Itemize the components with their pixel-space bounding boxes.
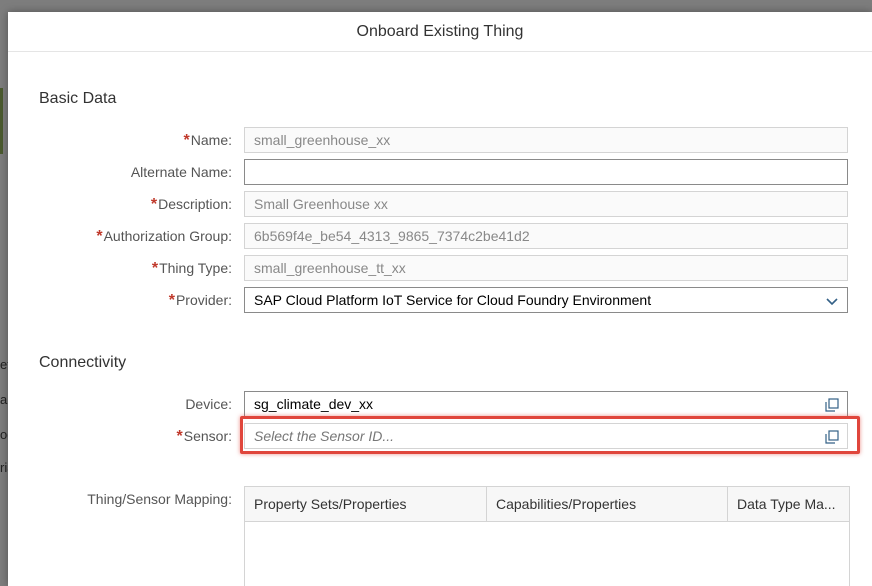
- basic-data-section-title: Basic Data: [39, 90, 117, 107]
- column-header[interactable]: Data Type Ma...: [728, 487, 849, 521]
- sensor-highlight-box: [240, 416, 860, 454]
- required-marker: *: [151, 260, 159, 277]
- authorization-group-row: *Authorization Group: 6b569f4e_be54_4313…: [8, 223, 872, 249]
- mapping-label: Thing/Sensor Mapping:: [87, 491, 232, 507]
- name-value: small_greenhouse_xx: [254, 132, 391, 148]
- authorization-group-value: 6b569f4e_be54_4313_9865_7374c2be41d2: [254, 228, 530, 244]
- required-marker: *: [96, 228, 103, 245]
- device-row: Device: sg_climate_dev_xx: [8, 391, 872, 417]
- name-row: *Name: small_greenhouse_xx: [8, 127, 872, 153]
- provider-label: *Provider:: [168, 292, 232, 309]
- required-marker: *: [183, 132, 190, 149]
- mapping-table: Property Sets/Properties Capabilities/Pr…: [244, 486, 850, 586]
- thing-type-label: *Thing Type:: [151, 260, 232, 277]
- device-label: Device:: [185, 396, 232, 412]
- device-value: sg_climate_dev_xx: [254, 396, 374, 412]
- thing-type-field[interactable]: small_greenhouse_tt_xx: [244, 255, 848, 281]
- provider-value: SAP Cloud Platform IoT Service for Cloud…: [254, 292, 652, 308]
- name-label: *Name:: [183, 132, 232, 149]
- required-marker: *: [176, 428, 183, 445]
- description-field[interactable]: Small Greenhouse xx: [244, 191, 848, 217]
- column-header[interactable]: Capabilities/Properties: [487, 487, 728, 521]
- alternate-name-row: Alternate Name:: [8, 159, 872, 185]
- sensor-label: *Sensor:: [176, 428, 232, 445]
- provider-row: *Provider: SAP Cloud Platform IoT Servic…: [8, 287, 872, 313]
- description-row: *Description: Small Greenhouse xx: [8, 191, 872, 217]
- provider-select[interactable]: SAP Cloud Platform IoT Service for Cloud…: [244, 287, 848, 313]
- column-header[interactable]: Property Sets/Properties: [245, 487, 487, 521]
- dialog-body: Basic Data *Name: small_greenhouse_xx Al…: [8, 52, 872, 586]
- connectivity-section-title: Connectivity: [39, 354, 127, 371]
- alternate-name-input[interactable]: [244, 159, 848, 185]
- mapping-table-header: Property Sets/Properties Capabilities/Pr…: [245, 487, 849, 522]
- required-marker: *: [168, 292, 175, 309]
- description-label: *Description:: [150, 196, 232, 213]
- dialog-title: Onboard Existing Thing: [356, 22, 524, 40]
- background-thumbnail: [0, 88, 3, 154]
- alternate-name-label: Alternate Name:: [130, 164, 232, 180]
- thing-type-row: *Thing Type: small_greenhouse_tt_xx: [8, 255, 872, 281]
- description-value: Small Greenhouse xx: [254, 196, 388, 212]
- dialog-header: Onboard Existing Thing: [8, 12, 872, 52]
- name-field[interactable]: small_greenhouse_xx: [244, 127, 848, 153]
- device-input[interactable]: sg_climate_dev_xx: [244, 391, 848, 417]
- value-help-icon[interactable]: [825, 398, 839, 412]
- onboard-dialog: Onboard Existing Thing Basic Data *Name:…: [8, 12, 872, 586]
- required-marker: *: [150, 196, 158, 213]
- authorization-group-label: *Authorization Group:: [96, 228, 232, 245]
- authorization-group-field[interactable]: 6b569f4e_be54_4313_9865_7374c2be41d2: [244, 223, 848, 249]
- thing-type-value: small_greenhouse_tt_xx: [254, 260, 406, 276]
- chevron-down-icon[interactable]: [825, 294, 839, 308]
